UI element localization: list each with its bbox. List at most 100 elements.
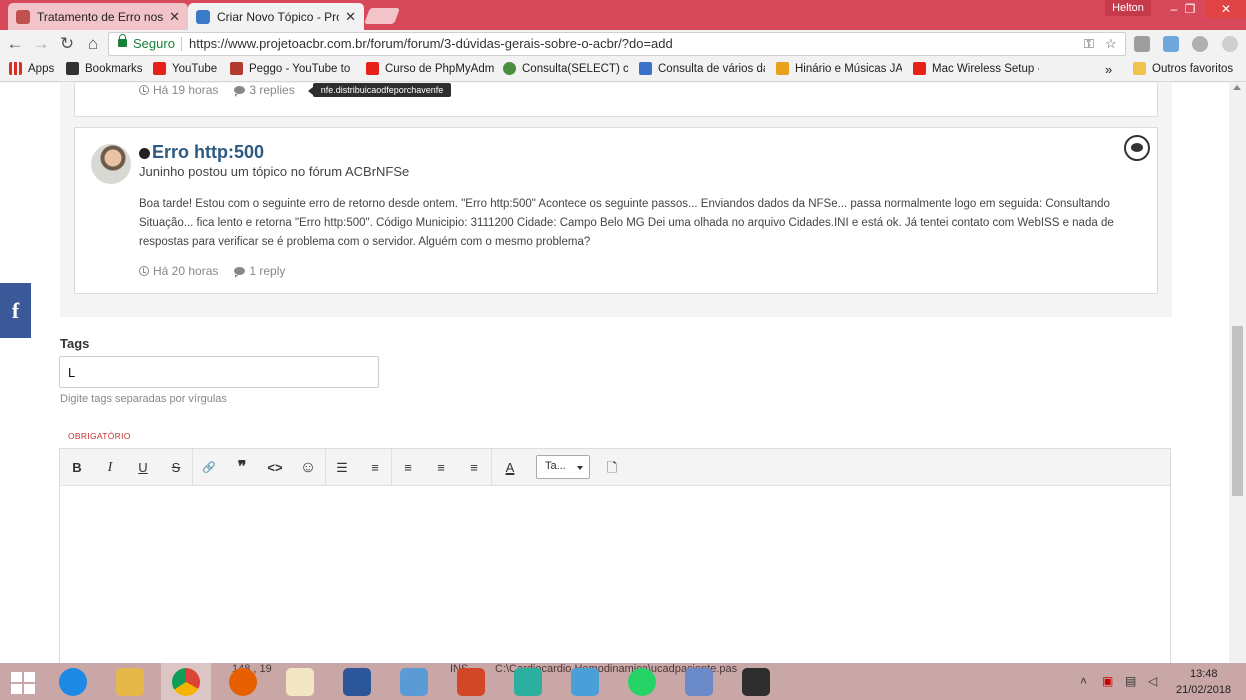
align-left-icon[interactable]: ≡ xyxy=(398,459,418,477)
site-favicon-icon xyxy=(196,9,210,24)
word-icon[interactable] xyxy=(343,668,371,696)
link-icon[interactable]: 🔗 xyxy=(199,459,219,477)
bookmark-label: Outros favoritos xyxy=(1152,62,1234,75)
music-note-icon xyxy=(230,62,243,75)
network-icon[interactable]: ▤ xyxy=(1125,674,1136,688)
close-tab-icon[interactable]: ✕ xyxy=(345,9,356,25)
numbered-list-icon[interactable]: ≡ xyxy=(365,459,385,477)
network-app-icon[interactable] xyxy=(400,668,428,696)
post-editor[interactable]: B I U S 🔗 ❞ <> ☺ ☰ ≡ ≡ ≡ ≡ A Ta... 🗋 xyxy=(59,448,1171,663)
address-bar[interactable]: Seguro https://www.projetoacbr.com.br/fo… xyxy=(108,32,1126,56)
bookmark-youtube[interactable]: YouTube xyxy=(153,62,217,75)
reload-icon[interactable]: ↻ xyxy=(57,34,77,54)
align-right-icon[interactable]: ≡ xyxy=(464,459,484,477)
avatar[interactable] xyxy=(91,144,131,184)
divider xyxy=(181,37,182,51)
page-content: Há 19 horas 3 replies nfe.distribuicaodf… xyxy=(0,83,1246,663)
extension-f-icon[interactable] xyxy=(1134,36,1150,52)
firefox-icon[interactable] xyxy=(229,668,257,696)
browser-titlebar: Tratamento de Erro nos c ✕ Criar Novo Tó… xyxy=(0,0,1246,30)
topic-replies[interactable]: 1 reply xyxy=(249,264,285,278)
page-scrollbar[interactable] xyxy=(1229,83,1246,663)
topic-meta: Há 19 horas 3 replies nfe.distribuicaodf… xyxy=(139,83,452,97)
topic-time[interactable]: Há 19 horas xyxy=(153,83,218,97)
chat-bubble-icon[interactable] xyxy=(1124,135,1150,161)
volume-icon[interactable]: ◁ xyxy=(1148,674,1157,688)
facebook-share-button[interactable]: f xyxy=(0,283,31,338)
topic-replies[interactable]: 3 replies xyxy=(249,83,294,97)
bookmark-apps[interactable]: Apps xyxy=(9,62,54,75)
notes-app-icon[interactable] xyxy=(514,668,542,696)
underline-button[interactable]: U xyxy=(133,459,153,477)
bookmark-outros-favoritos[interactable]: Outros favoritos xyxy=(1133,62,1233,75)
forward-arrow-icon[interactable]: → xyxy=(31,34,51,54)
windows-start-icon[interactable] xyxy=(11,672,35,694)
taskbar-clock-date[interactable]: 21/02/2018 xyxy=(1176,684,1231,696)
scroll-thumb[interactable] xyxy=(1232,326,1243,496)
delphi-icon[interactable] xyxy=(685,668,713,696)
topic-time[interactable]: Há 20 horas xyxy=(153,264,218,278)
more-bookmarks-button[interactable]: » xyxy=(1105,62,1112,77)
bulleted-list-icon[interactable]: ☰ xyxy=(332,459,352,477)
star-bookmark-icon[interactable]: ☆ xyxy=(1105,36,1117,52)
bookmark-mac-wireless[interactable]: Mac Wireless Setup - xyxy=(913,62,1039,75)
italic-button[interactable]: I xyxy=(100,459,120,477)
scroll-up-arrow-icon[interactable] xyxy=(1233,85,1241,90)
close-window-button[interactable]: ✕ xyxy=(1206,0,1246,18)
internet-explorer-icon[interactable] xyxy=(59,668,87,696)
tag-pill[interactable]: nfe.distribuicaodfeporchavenfe xyxy=(307,83,452,97)
whatsapp-icon[interactable] xyxy=(628,668,656,696)
bookmarks-bar: Apps Bookmarks YouTube Peggo - YouTube t… xyxy=(0,58,1246,82)
powerpoint-icon[interactable] xyxy=(457,668,485,696)
church-icon xyxy=(776,62,789,75)
toolbar-divider xyxy=(325,449,326,486)
file-explorer-icon[interactable] xyxy=(116,668,144,696)
bold-button[interactable]: B xyxy=(67,459,87,477)
tags-label: Tags xyxy=(60,336,90,351)
toolbar-divider xyxy=(491,449,492,486)
tray-expand-icon[interactable]: ˄ xyxy=(1080,674,1087,688)
bookmark-hinario[interactable]: Hinário e Músicas JA xyxy=(776,62,902,75)
ibexpert-icon[interactable] xyxy=(742,668,770,696)
maximize-button[interactable]: ❐ xyxy=(1176,0,1204,18)
url-text[interactable]: https://www.projetoacbr.com.br/forum/for… xyxy=(189,36,673,51)
bookmark-consulta-select[interactable]: Consulta(SELECT) cor xyxy=(503,62,628,75)
strikethrough-button[interactable]: S xyxy=(166,459,186,477)
extension-globe-icon[interactable] xyxy=(1192,36,1208,52)
font-color-icon[interactable]: A xyxy=(500,459,520,477)
bookmark-consulta-varios[interactable]: Consulta de vários da xyxy=(639,62,765,75)
power-icon[interactable]: ▣ xyxy=(1102,674,1113,688)
tab-criar-novo-topico[interactable]: Criar Novo Tópico - Proje ✕ xyxy=(188,3,364,30)
tab-tratamento-de-erro[interactable]: Tratamento de Erro nos c ✕ xyxy=(8,3,188,30)
extension-circle-icon[interactable] xyxy=(1222,36,1238,52)
bookmark-peggo[interactable]: Peggo - YouTube to xyxy=(230,62,355,75)
taskbar-clock-time[interactable]: 13:48 xyxy=(1190,668,1218,680)
code-icon[interactable]: <> xyxy=(265,459,285,477)
bookmark-label: Apps xyxy=(28,62,55,75)
emoji-icon[interactable]: ☺ xyxy=(298,459,318,477)
bookmark-label: Consulta(SELECT) cor xyxy=(522,62,628,75)
chrome-icon[interactable] xyxy=(172,668,200,696)
home-icon[interactable]: ⌂ xyxy=(83,34,103,54)
align-center-icon[interactable]: ≡ xyxy=(431,459,451,477)
font-size-select[interactable]: Ta... xyxy=(536,455,590,479)
quote-icon[interactable]: ❞ xyxy=(232,459,252,477)
profile-badge[interactable]: Helton xyxy=(1105,0,1151,16)
extension-pen-icon[interactable] xyxy=(1163,36,1179,52)
bookmark-curso-phpmyadmin[interactable]: Curso de PhpMyAdm xyxy=(366,62,494,75)
book-app-icon[interactable] xyxy=(286,668,314,696)
toolbar-divider xyxy=(192,449,193,486)
folder-icon xyxy=(1133,62,1146,75)
back-arrow-icon[interactable]: ← xyxy=(5,34,25,54)
bookmark-bookmarks[interactable]: Bookmarks xyxy=(66,62,143,75)
tags-input[interactable] xyxy=(59,356,379,388)
topic-title[interactable]: Erro http:500 xyxy=(152,142,264,163)
close-tab-icon[interactable]: ✕ xyxy=(169,9,180,25)
preview-icon[interactable]: 🗋 xyxy=(602,459,622,477)
secure-label: Seguro xyxy=(133,36,175,51)
key-icon[interactable]: ⚿ xyxy=(1084,36,1094,52)
remote-desktop-icon[interactable] xyxy=(571,668,599,696)
youtube-icon xyxy=(366,62,379,75)
new-tab-button[interactable] xyxy=(364,8,400,24)
required-label: OBRIGATÓRIO xyxy=(68,431,131,441)
